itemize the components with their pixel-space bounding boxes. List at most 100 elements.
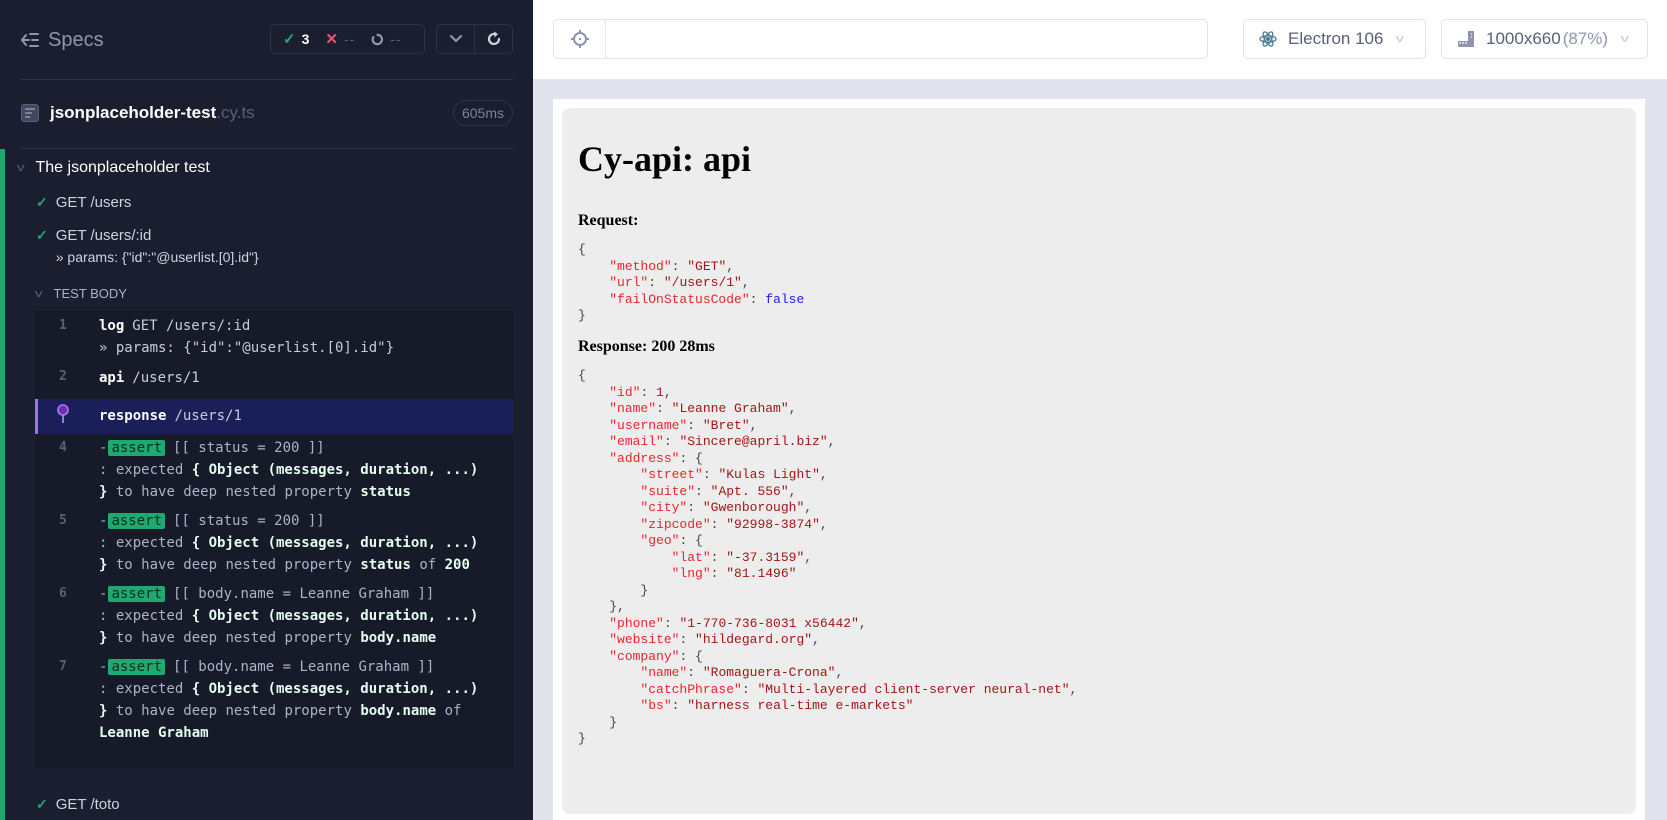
json-punct: { (578, 242, 586, 257)
ruler-icon (1458, 31, 1474, 47)
assert-command-row[interactable]: 4 - assert[[ status = 200 ]] : expected {… (35, 437, 513, 509)
aut-iframe: Cy-api: api Request: { "method": "GET", … (553, 99, 1645, 820)
json-string: "GET" (687, 258, 727, 274)
json-punct: , (812, 632, 820, 647)
test-title: GET /users/:id (55, 227, 152, 244)
json-punct: : (671, 258, 688, 274)
json-key: "email" (609, 434, 664, 449)
json-line: "bs": "harness real-time e-markets" (578, 698, 1077, 715)
assert-command-row[interactable]: 6 - assert[[ body.name = Leanne Graham ]]… (35, 583, 513, 655)
url-input[interactable] (606, 20, 1207, 58)
electron-icon (1259, 31, 1277, 47)
json-punct: { (578, 368, 586, 383)
assert-text: of (410, 557, 445, 573)
assert-badge: assert (108, 440, 166, 456)
chevron-down-icon: v (1396, 33, 1405, 45)
assert-property: body.name (360, 703, 437, 719)
app-preview-area: Electron 106 v 1000x660 (87%) v Cy-api: … (533, 0, 1667, 820)
json-key: "company" (609, 648, 680, 664)
json-key: "phone" (609, 615, 664, 631)
json-punct: : (671, 698, 688, 713)
json-punct: : (702, 467, 719, 482)
command-number: 5 (59, 513, 67, 528)
json-line: }, (578, 599, 1077, 616)
json-punct: { (695, 533, 703, 548)
url-bar (553, 19, 1208, 59)
test-item[interactable]: ✓ GET /users (36, 194, 131, 211)
command-number: 7 (59, 659, 67, 674)
pending-count: -- (390, 31, 402, 47)
json-line: } (578, 715, 1077, 732)
json-punct: : (710, 566, 727, 581)
command-log: 1 log GET /users/:id » params: {"id":"@us… (35, 311, 513, 768)
specs-toggle-button[interactable]: Specs (20, 26, 104, 54)
assert-text: : expected (99, 681, 192, 697)
test-item[interactable]: ✓ GET /users/:id » params: {"id":"@userl… (36, 227, 259, 265)
viewport-size: 1000x660 (1486, 29, 1561, 48)
suite-header[interactable]: v The jsonplaceholder test (17, 159, 210, 177)
rerun-button[interactable] (474, 25, 512, 53)
json-string: "Bret" (702, 417, 750, 433)
json-punct: , (741, 275, 750, 290)
assert-value: Leanne Graham (99, 725, 209, 741)
command-row-active[interactable]: response/users/1 (35, 399, 513, 434)
command-message: GET /users/:id (132, 318, 251, 334)
assert-text: to have deep nested property (107, 630, 361, 646)
browser-label: Electron 106 (1288, 29, 1384, 48)
assert-expression: [[ body.name = Leanne Graham ]] (173, 586, 435, 602)
json-line: "id": 1, (578, 385, 1077, 402)
request-heading: Request: (578, 212, 639, 229)
json-key: "username" (609, 417, 688, 433)
x-icon: ✕ (325, 31, 338, 48)
json-string: "harness real-time e-markets" (687, 698, 914, 713)
json-punct: : (663, 434, 680, 449)
command-message-params: » params: {"id":"@userlist.[0].id"} (99, 340, 395, 356)
assert-text: : expected (99, 535, 192, 551)
json-punct: : (648, 275, 664, 290)
json-punct: : (710, 516, 727, 532)
json-line: "method": "GET", (578, 259, 804, 276)
command-name: response (99, 408, 167, 424)
json-punct: , (819, 516, 828, 532)
assert-property: status (360, 484, 411, 500)
test-body-header[interactable]: v TEST BODY (35, 286, 127, 301)
request-json: { "method": "GET", "url": "/users/1", "f… (578, 242, 804, 325)
json-string: "Gwenborough" (702, 500, 805, 515)
assert-command-row[interactable]: 7 - assert[[ body.name = Leanne Graham ]]… (35, 656, 513, 751)
assert-text: to have deep nested property (107, 484, 361, 500)
json-string: "Leanne Graham" (671, 401, 789, 416)
collapse-specs-icon (20, 33, 39, 47)
command-row[interactable]: 2 api/users/1 (35, 366, 513, 396)
runnable-list: v The jsonplaceholder test ✓ GET /users … (0, 149, 533, 820)
spec-duration: 605ms (452, 100, 513, 126)
command-row[interactable]: 1 log GET /users/:id » params: {"id":"@us… (35, 315, 513, 365)
viewport-dropdown[interactable]: 1000x660 (87%) v (1441, 19, 1648, 59)
reporter-header: Specs ✓ 3 ✕ -- -- (0, 0, 533, 80)
test-item[interactable]: ✓ GET /toto (36, 796, 120, 813)
response-json: { "id": 1, "name": "Leanne Graham", "use… (578, 368, 1077, 748)
json-line: "lng": "81.1496" (578, 566, 1077, 583)
json-punct: } (609, 714, 618, 730)
json-punct: } (578, 308, 586, 323)
options-dropdown-button[interactable] (437, 25, 474, 53)
json-line: "name": "Leanne Graham", (578, 401, 1077, 418)
failed-count: -- (343, 31, 356, 47)
json-line: "suite": "Apt. 556", (578, 484, 1077, 501)
json-punct: } (578, 731, 586, 746)
json-line: "phone": "1-770-736-8031 x56442", (578, 616, 1077, 633)
run-stats: ✓ 3 ✕ -- -- (270, 24, 425, 54)
json-punct: , (788, 401, 797, 416)
chevron-down-icon (449, 34, 462, 43)
json-string: "Sincere@april.biz" (679, 434, 828, 449)
assert-property: body.name (360, 630, 437, 646)
refresh-icon (487, 31, 500, 46)
browser-dropdown[interactable]: Electron 106 v (1243, 19, 1426, 59)
json-punct: : (687, 500, 703, 515)
suite-status-bar (0, 149, 5, 820)
command-number: 6 (59, 586, 67, 601)
assert-command-row[interactable]: 5 - assert[[ status = 200 ]] : expected {… (35, 510, 513, 582)
json-punct: : (741, 681, 758, 697)
test-params: » params: {"id":"@userlist.[0].id"} (55, 249, 259, 265)
selector-playground-button[interactable] (554, 20, 606, 58)
json-punct: , (749, 417, 758, 433)
